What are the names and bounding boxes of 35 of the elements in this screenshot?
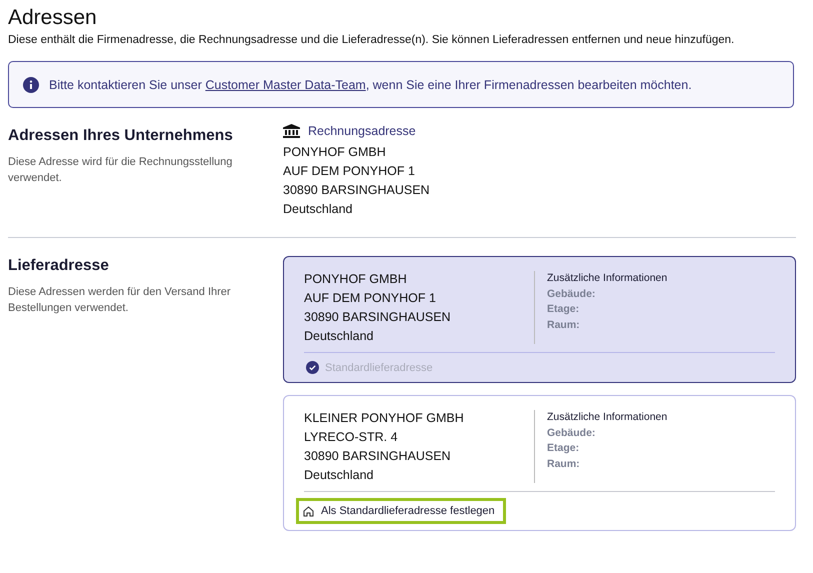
address-line: 30890 BARSINGHAUSEN bbox=[283, 182, 431, 198]
page-description: Diese enthält die Firmenadresse, die Rechnungsadresse und die Lieferadresse(n). Sie können Lieferadressen entfernen und neue hinzufügen. bbox=[8, 34, 736, 46]
info-heading: Zusätzliche Informationen bbox=[547, 410, 668, 425]
info-label: Etage: bbox=[547, 302, 580, 317]
set-default-button[interactable]: Als Standardlieferadresse festlegen bbox=[296, 498, 506, 524]
info-label: Raum: bbox=[547, 318, 581, 332]
address-line: AUF DEM PONYHOF 1 bbox=[283, 163, 416, 179]
address-line: Deutschland bbox=[304, 467, 374, 483]
home-icon bbox=[303, 506, 314, 516]
section-heading: Lieferadresse bbox=[8, 256, 110, 276]
team-link[interactable]: Customer Master Data-Team bbox=[205, 78, 366, 92]
info-label: Gebäude: bbox=[547, 286, 596, 302]
address-line: LYRECO-STR. 4 bbox=[304, 429, 399, 445]
address-line: KLEINER PONYHOF GMBH bbox=[304, 410, 465, 426]
info-heading: Zusätzliche Informationen bbox=[547, 271, 668, 286]
address-line: Deutschland bbox=[283, 201, 354, 217]
section-heading: Adressen Ihres Unternehmens bbox=[8, 126, 234, 146]
info-label: Etage: bbox=[547, 441, 580, 456]
address-line: PONYHOF GMBH bbox=[283, 144, 387, 160]
bank-icon bbox=[283, 124, 300, 138]
address-line: AUF DEM PONYHOF 1 bbox=[304, 290, 437, 306]
notice-text: Bitte kontaktieren Sie unser Customer Master Data-Team, wenn Sie eine Ihrer Firmenadressen bearbeiten möchten. bbox=[49, 78, 692, 92]
address-line: 30890 BARSINGHAUSEN bbox=[304, 309, 452, 325]
info-icon bbox=[23, 76, 39, 92]
info-label: Raum: bbox=[547, 456, 581, 472]
section-description: Diese Adressen werden für den Versand Ihrer Bestellungen verwendet. bbox=[8, 285, 232, 316]
default-label: Standardlieferadresse bbox=[325, 362, 433, 374]
address-line: Deutschland bbox=[304, 328, 374, 344]
page-title: Adressen bbox=[8, 5, 98, 31]
address-line: 30890 BARSINGHAUSEN bbox=[304, 448, 452, 464]
check-icon bbox=[306, 361, 319, 374]
address-line: PONYHOF GMBH bbox=[304, 271, 408, 287]
address-label: Rechnungsadresse bbox=[308, 124, 416, 138]
section-description: Diese Adresse wird für die Rechnungsstellung verwendet. bbox=[8, 155, 234, 186]
info-label: Gebäude: bbox=[547, 426, 596, 440]
